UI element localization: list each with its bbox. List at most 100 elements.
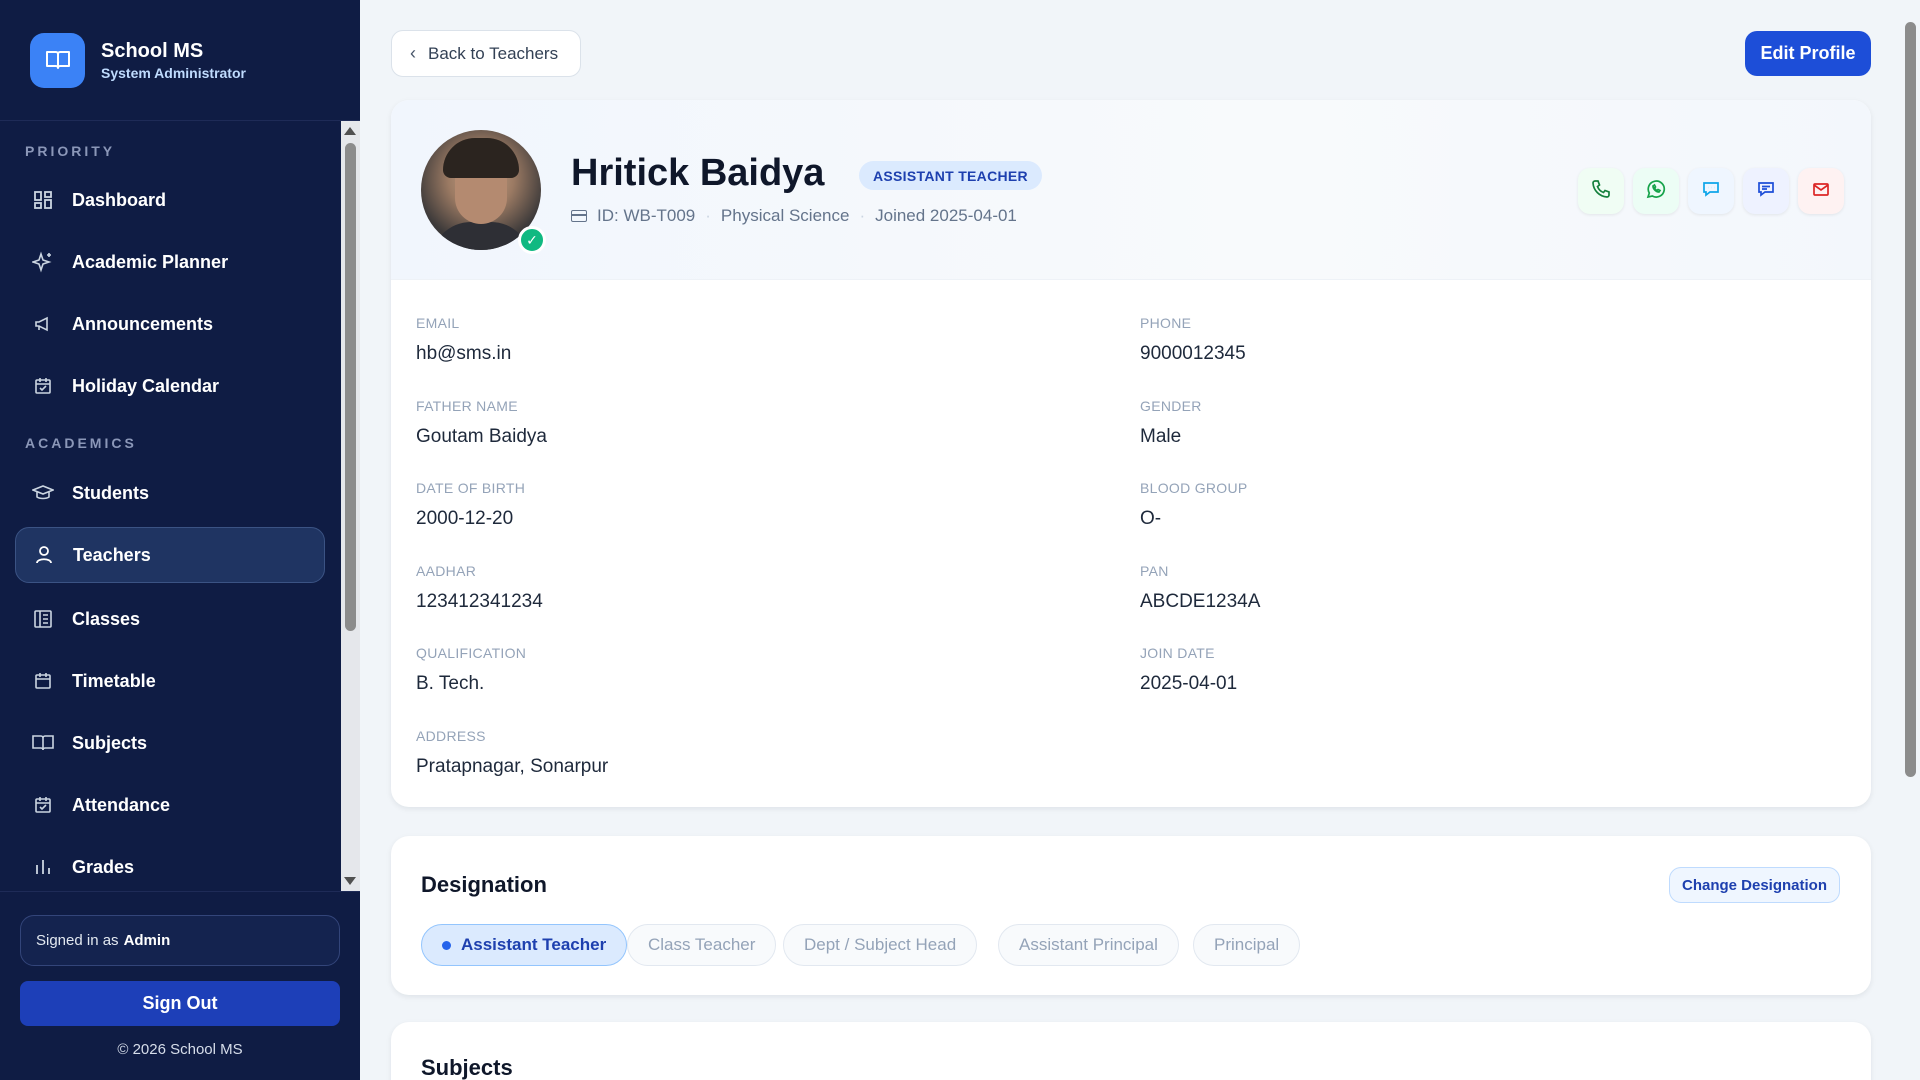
sidebar-item-label: Classes: [72, 608, 141, 629]
sidebar-item-holiday-calendar[interactable]: Holiday Calendar: [15, 358, 325, 414]
sidebar-item-label: Students: [72, 482, 150, 503]
sparkles-icon: [32, 251, 54, 273]
subjects-card: Subjects: [391, 1022, 1871, 1080]
sidebar-item-label: Timetable: [72, 670, 156, 691]
nav-section-academics: ACADEMICS: [25, 435, 137, 451]
sidebar-item-label: Attendance: [72, 794, 171, 815]
sidebar-item-academic-planner[interactable]: Academic Planner: [15, 234, 325, 290]
book-icon: [30, 32, 85, 88]
sidebar-item-label: Holiday Calendar: [72, 375, 220, 396]
graduation-cap-icon: [32, 482, 54, 504]
sign-out-button[interactable]: Sign Out: [20, 981, 340, 1026]
brand-subtitle: System Administrator: [101, 64, 246, 81]
teacher-department: Physical Science: [720, 206, 850, 225]
change-designation-button[interactable]: Change Designation: [1669, 867, 1840, 903]
field-value-phone: 9000012345: [1140, 343, 1246, 364]
columns-icon: [32, 608, 54, 630]
field-value-email: hb@sms.in: [416, 343, 512, 364]
field-value-qualification: B. Tech.: [416, 673, 485, 694]
back-to-teachers-button[interactable]: ‹ Back to Teachers: [391, 30, 581, 77]
phone-icon: [1591, 179, 1611, 204]
brand-title: School MS: [101, 39, 204, 62]
scroll-down-icon[interactable]: [344, 877, 356, 885]
field-value-aadhar: 123412341234: [416, 591, 543, 612]
field-label-pan: PAN: [1140, 563, 1169, 579]
sidebar-nav: PRIORITY Dashboard Academic Planner Anno…: [0, 121, 341, 891]
field-value-pan: ABCDE1234A: [1140, 591, 1261, 612]
field-value-blood-group: O-: [1140, 508, 1162, 529]
sidebar-item-timetable[interactable]: Timetable: [15, 653, 325, 709]
sidebar-item-label: Teachers: [73, 544, 151, 565]
signed-in-user: Admin: [123, 932, 171, 949]
designation-chip-principal[interactable]: Principal: [1193, 924, 1301, 966]
page-scrollbar-thumb[interactable]: [1905, 22, 1916, 777]
sms-icon: [1701, 179, 1721, 204]
back-label: Back to Teachers: [428, 43, 559, 63]
sidebar-item-label: Announcements: [72, 313, 214, 334]
designation-chip-dept-head[interactable]: Dept / Subject Head: [783, 924, 978, 966]
field-label-address: ADDRESS: [416, 728, 486, 744]
sidebar-scrollbar-thumb[interactable]: [345, 143, 356, 631]
calendar-icon: [32, 670, 54, 692]
designation-chip-assistant-principal[interactable]: Assistant Principal: [998, 924, 1179, 966]
sidebar-item-label: Subjects: [72, 732, 148, 753]
copyright: © 2026 School MS: [117, 1041, 243, 1058]
chip-label: Assistant Teacher: [461, 935, 607, 954]
teacher-joined: Joined 2025-04-01: [875, 206, 1017, 225]
field-label-father-name: FATHER NAME: [416, 398, 518, 414]
calendar-check-icon: [32, 375, 54, 397]
sidebar-item-label: Dashboard: [72, 189, 167, 210]
field-value-dob: 2000-12-20: [416, 508, 514, 529]
user-icon: [33, 544, 55, 566]
sidebar-item-teachers[interactable]: Teachers: [15, 527, 325, 583]
message-button[interactable]: [1743, 168, 1789, 214]
field-label-aadhar: AADHAR: [416, 563, 477, 579]
dashboard-icon: [32, 189, 54, 211]
subjects-title: Subjects: [421, 1055, 513, 1080]
call-button[interactable]: [1578, 168, 1624, 214]
whatsapp-icon: [1645, 178, 1667, 205]
sms-button[interactable]: [1688, 168, 1734, 214]
field-value-gender: Male: [1140, 426, 1182, 447]
chevron-left-icon: ‹: [410, 43, 416, 63]
designation-card: Designation Change Designation Assistant…: [391, 836, 1871, 995]
edit-profile-button[interactable]: Edit Profile: [1745, 31, 1871, 76]
field-label-gender: GENDER: [1140, 398, 1202, 414]
field-label-dob: DATE OF BIRTH: [416, 480, 526, 496]
signed-in-status: Signed in as Admin: [20, 915, 340, 966]
designation-chip-class-teacher[interactable]: Class Teacher: [627, 924, 777, 966]
sidebar-item-label: Academic Planner: [72, 251, 229, 272]
teacher-id: ID: WB-T009: [597, 206, 696, 225]
selected-dot-icon: [442, 940, 451, 950]
scroll-up-icon[interactable]: [344, 127, 356, 135]
sidebar-item-subjects[interactable]: Subjects: [15, 715, 325, 771]
sidebar-item-dashboard[interactable]: Dashboard: [15, 172, 325, 228]
designation-chip-assistant-teacher[interactable]: Assistant Teacher: [421, 924, 628, 966]
field-label-email: EMAIL: [416, 315, 460, 331]
book-icon: [32, 732, 54, 754]
sidebar-item-classes[interactable]: Classes: [15, 591, 325, 647]
bar-chart-icon: [32, 856, 54, 878]
sidebar-item-students[interactable]: Students: [15, 465, 325, 521]
sidebar-item-announcements[interactable]: Announcements: [15, 296, 325, 352]
signed-in-label: Signed in as: [36, 932, 119, 949]
sidebar-footer: Signed in as Admin Sign Out © 2026 Schoo…: [0, 891, 360, 1080]
designation-title: Designation: [421, 872, 547, 897]
email-button[interactable]: [1798, 168, 1844, 214]
field-label-qualification: QUALIFICATION: [416, 645, 527, 661]
field-value-join-date: 2025-04-01: [1140, 673, 1238, 694]
role-badge: ASSISTANT TEACHER: [859, 161, 1042, 190]
sidebar: School MS System Administrator PRIORITY …: [0, 0, 360, 1080]
sidebar-item-grades[interactable]: Grades: [15, 839, 325, 891]
field-value-address: Pratapnagar, Sonarpur: [416, 756, 609, 777]
message-icon: [1756, 179, 1776, 204]
sidebar-item-attendance[interactable]: Attendance: [15, 777, 325, 833]
profile-card: ✓ Hritick Baidya ASSISTANT TEACHER ID: W…: [391, 100, 1871, 807]
sidebar-item-label: Grades: [72, 856, 135, 877]
verified-check-icon: ✓: [518, 226, 546, 254]
whatsapp-button[interactable]: [1633, 168, 1679, 214]
teacher-name: Hritick Baidya: [571, 152, 825, 194]
profile-header: ✓ Hritick Baidya ASSISTANT TEACHER ID: W…: [391, 100, 1871, 280]
email-icon: [1811, 179, 1831, 204]
brand: School MS System Administrator: [0, 0, 360, 121]
